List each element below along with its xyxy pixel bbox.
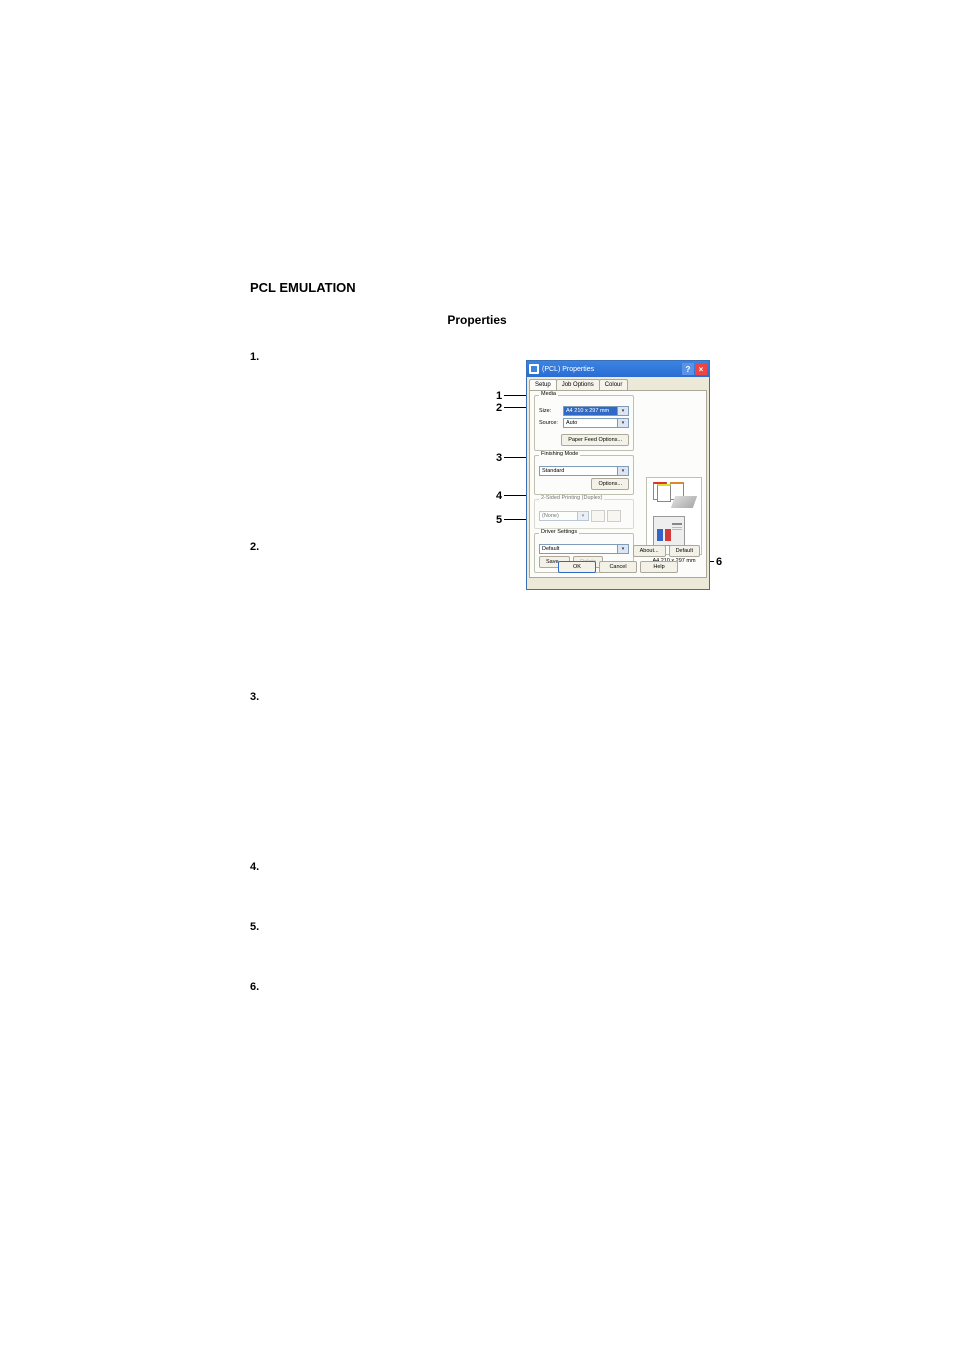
tab-job-options[interactable]: Job Options xyxy=(556,379,600,390)
duplex-group: 2-Sided Printing (Duplex) (None) xyxy=(534,499,634,529)
item-body xyxy=(278,981,704,993)
about-button[interactable]: About... xyxy=(633,545,666,557)
callout-2: 2 xyxy=(496,402,502,414)
callout-1: 1 xyxy=(496,390,502,402)
printer-icon xyxy=(653,516,685,546)
dialog-screenshot: 1 2 3 4 5 6 (PCL) Properties ? × Setup J… xyxy=(526,360,710,590)
item-body xyxy=(278,861,704,873)
finishing-options-button[interactable]: Options... xyxy=(591,478,629,490)
item-number: 3. xyxy=(250,691,278,703)
dialog-titlebar[interactable]: (PCL) Properties ? × xyxy=(527,361,709,377)
item-body xyxy=(278,921,704,933)
help-button[interactable]: Help xyxy=(640,561,678,573)
properties-dialog: (PCL) Properties ? × Setup Job Options C… xyxy=(526,360,710,590)
help-icon[interactable]: ? xyxy=(682,363,694,375)
ok-button[interactable]: OK xyxy=(558,561,596,573)
source-label: Source: xyxy=(539,420,563,426)
item-number: 6. xyxy=(250,981,278,993)
list-item: 6. xyxy=(250,981,704,993)
finishing-legend: Finishing Mode xyxy=(539,451,580,457)
driver-combo[interactable]: Default xyxy=(539,544,629,554)
driver-legend: Driver Settings xyxy=(539,529,579,535)
dialog-title: (PCL) Properties xyxy=(542,366,594,373)
media-group: Media Size: A4 210 x 297 mm Source: Auto… xyxy=(534,395,634,451)
close-icon[interactable]: × xyxy=(695,363,707,375)
callout-5: 5 xyxy=(496,514,502,526)
finishing-group: Finishing Mode Standard Options... xyxy=(534,455,634,495)
tab-setup[interactable]: Setup xyxy=(529,379,557,390)
size-combo[interactable]: A4 210 x 297 mm xyxy=(563,406,629,416)
list-item: 5. xyxy=(250,921,704,933)
size-label: Size: xyxy=(539,408,563,414)
duplex-short-edge-icon xyxy=(607,510,621,522)
tabstrip: Setup Job Options Colour xyxy=(527,377,709,390)
duplex-combo: (None) xyxy=(539,511,589,521)
item-number: 1. xyxy=(250,351,278,363)
list-item: 3. xyxy=(250,691,704,703)
sub-title: Properties xyxy=(250,313,704,327)
item-number: 4. xyxy=(250,861,278,873)
callout-4: 4 xyxy=(496,490,502,502)
paper-feed-button[interactable]: Paper Feed Options... xyxy=(561,434,629,446)
media-legend: Media xyxy=(539,391,558,397)
tab-body: Media Size: A4 210 x 297 mm Source: Auto… xyxy=(529,390,707,578)
item-number: 5. xyxy=(250,921,278,933)
cancel-button[interactable]: Cancel xyxy=(599,561,637,573)
section-title: PCL EMULATION xyxy=(250,280,704,295)
source-combo[interactable]: Auto xyxy=(563,418,629,428)
duplex-long-edge-icon xyxy=(591,510,605,522)
item-body xyxy=(278,691,704,703)
preview-pane: A4 210 x 297 mm xyxy=(646,477,702,555)
finishing-combo[interactable]: Standard xyxy=(539,466,629,476)
duplex-legend: 2-Sided Printing (Duplex) xyxy=(539,495,604,501)
tab-colour[interactable]: Colour xyxy=(599,379,629,390)
callout-6: 6 xyxy=(716,556,722,568)
callout-3: 3 xyxy=(496,452,502,464)
item-number: 2. xyxy=(250,541,278,553)
tray-icon xyxy=(671,496,697,508)
default-button[interactable]: Default xyxy=(669,545,700,557)
list-item: 4. xyxy=(250,861,704,873)
app-icon xyxy=(529,364,539,374)
